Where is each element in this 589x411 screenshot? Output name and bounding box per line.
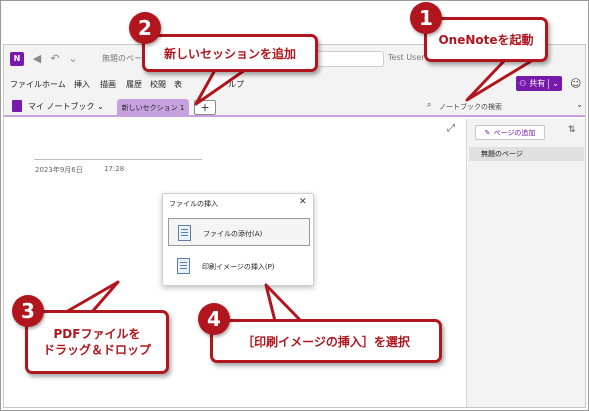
callout-3-badge: 3 [12, 295, 44, 327]
callout-4-badge: 4 [198, 303, 230, 335]
callout-4: ［印刷イメージの挿入］を選択 [210, 319, 442, 363]
callout-1: OneNoteを起動 [424, 17, 548, 62]
callout-3-line1: PDFファイルを [53, 327, 141, 341]
callout-1-badge: 1 [410, 2, 442, 34]
callout-4-text: ［印刷イメージの挿入］を選択 [242, 334, 410, 349]
callout-2: 新しいセッションを追加 [142, 34, 318, 72]
callout-2-badge: 2 [129, 12, 161, 44]
callout-2-text: 新しいセッションを追加 [163, 46, 296, 61]
callout-3: PDFファイルを ドラッグ＆ドロップ [25, 310, 169, 374]
callout-3-line2: ドラッグ＆ドロップ [42, 343, 151, 357]
callout-1-text: OneNoteを起動 [438, 33, 534, 47]
